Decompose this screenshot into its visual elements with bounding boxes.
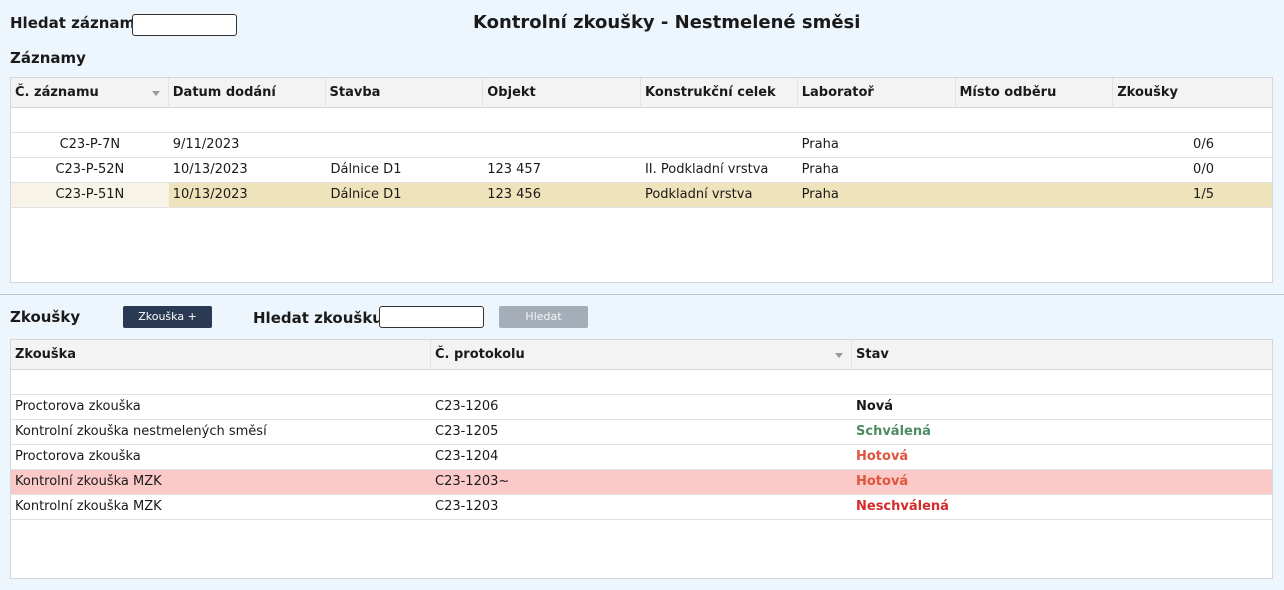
records-grid: Č. záznamu Datum dodání Stavba Objekt Ko… xyxy=(10,77,1273,283)
delivery-date-cell: 10/13/2023 xyxy=(172,162,248,177)
protocol-number-cell: C23-1206 xyxy=(435,399,499,414)
records-filter-row[interactable] xyxy=(11,108,1272,133)
tests-count-cell: 0/0 xyxy=(1193,162,1214,177)
search-record-input[interactable] xyxy=(132,14,237,36)
protocol-number-cell: C23-1204 xyxy=(435,449,499,464)
status-cell: Nová xyxy=(856,399,894,414)
column-header-protocol-number[interactable]: Č. protokolu xyxy=(431,340,852,370)
protocol-number-cell: C23-1205 xyxy=(435,424,499,439)
record-number-cell: C23-P-52N xyxy=(55,162,125,177)
test-name-cell: Kontrolní zkouška MZK xyxy=(15,499,162,514)
search-record-label: Hledat záznam xyxy=(10,14,136,32)
protocol-number-cell: C23-1203~ xyxy=(435,474,510,489)
structural-unit-cell xyxy=(641,133,798,157)
test-name-cell: Proctorova zkouška xyxy=(15,449,141,464)
test-name-cell: Proctorova zkouška xyxy=(15,399,141,414)
column-header-sampling-place[interactable]: Místo odběru xyxy=(956,78,1114,108)
tests-filter-row[interactable] xyxy=(11,370,1272,395)
add-test-button[interactable]: Zkouška + xyxy=(123,306,212,328)
structural-unit-cell: Podkladní vrstva xyxy=(644,187,753,202)
structural-unit-cell: II. Podkladní vrstva xyxy=(644,162,769,177)
tests-grid-header: Zkouška Č. protokolu Stav xyxy=(11,340,1272,370)
tests-count-cell: 1/5 xyxy=(1193,187,1214,202)
search-test-label: Hledat zkoušku xyxy=(253,309,383,327)
search-button[interactable]: Hledat xyxy=(499,306,588,328)
laboratory-cell: Praha xyxy=(801,137,839,152)
laboratory-cell: Praha xyxy=(801,162,839,177)
page-title: Kontrolní zkoušky - Nestmelené směsi xyxy=(473,12,861,33)
sampling-place-cell xyxy=(955,183,1113,207)
column-header-label: Č. protokolu xyxy=(435,347,525,362)
tests-grid: Zkouška Č. protokolu Stav Proctorova zko… xyxy=(10,339,1273,579)
column-header-tests[interactable]: Zkoušky xyxy=(1113,78,1272,108)
sort-arrow-icon[interactable] xyxy=(151,91,160,96)
table-row-highlighted[interactable]: Kontrolní zkouška MZK C23-1203~ Hotová xyxy=(11,470,1272,495)
column-header-structural-unit[interactable]: Konstrukční celek xyxy=(641,78,798,108)
record-number-cell: C23-P-7N xyxy=(59,137,121,152)
column-header-construction[interactable]: Stavba xyxy=(326,78,484,108)
protocol-number-cell: C23-1203 xyxy=(435,499,499,514)
status-cell: Neschválená xyxy=(856,499,949,514)
table-row[interactable]: C23-P-7N 9/11/2023 Praha 0/6 xyxy=(11,133,1272,158)
laboratory-cell: Praha xyxy=(801,187,839,202)
delivery-date-cell: 10/13/2023 xyxy=(172,187,248,202)
column-header-status[interactable]: Stav xyxy=(852,340,1272,370)
test-name-cell: Kontrolní zkouška MZK xyxy=(15,474,162,489)
column-header-test[interactable]: Zkouška xyxy=(11,340,431,370)
object-cell xyxy=(483,133,641,157)
object-cell: 123 457 xyxy=(487,162,541,177)
column-header-delivery-date[interactable]: Datum dodání xyxy=(169,78,326,108)
tests-count-cell: 0/6 xyxy=(1193,137,1214,152)
object-cell: 123 456 xyxy=(487,187,541,202)
column-header-object[interactable]: Objekt xyxy=(483,78,641,108)
table-row[interactable]: Proctorova zkouška C23-1206 Nová xyxy=(11,395,1272,420)
status-cell: Hotová xyxy=(856,449,909,464)
table-row[interactable]: C23-P-52N 10/13/2023 Dálnice D1 123 457 … xyxy=(11,158,1272,183)
tests-heading: Zkoušky xyxy=(10,308,81,326)
construction-cell xyxy=(325,133,483,157)
column-header-record-number[interactable]: Č. záznamu xyxy=(11,78,169,108)
table-row[interactable]: Proctorova zkouška C23-1204 Hotová xyxy=(11,445,1272,470)
table-row[interactable]: Kontrolní zkouška MZK C23-1203 Neschvále… xyxy=(11,495,1272,520)
status-cell: Schválená xyxy=(856,424,931,439)
sort-arrow-icon[interactable] xyxy=(835,353,843,358)
record-number-cell: C23-P-51N xyxy=(11,183,169,207)
section-divider xyxy=(0,294,1284,295)
records-heading: Záznamy xyxy=(10,49,86,67)
search-test-input[interactable] xyxy=(379,306,484,328)
table-row[interactable]: Kontrolní zkouška nestmelených směsí C23… xyxy=(11,420,1272,445)
construction-cell: Dálnice D1 xyxy=(330,162,402,177)
column-header-laboratory[interactable]: Laboratoř xyxy=(798,78,956,108)
records-grid-header: Č. záznamu Datum dodání Stavba Objekt Ko… xyxy=(11,78,1272,108)
column-header-label: Č. záznamu xyxy=(15,85,99,100)
table-row-selected[interactable]: C23-P-51N 10/13/2023 Dálnice D1 123 456 … xyxy=(11,183,1272,208)
status-cell: Hotová xyxy=(856,474,909,489)
sampling-place-cell xyxy=(955,158,1113,182)
sampling-place-cell xyxy=(955,133,1113,157)
delivery-date-cell: 9/11/2023 xyxy=(172,137,240,152)
construction-cell: Dálnice D1 xyxy=(330,187,402,202)
test-name-cell: Kontrolní zkouška nestmelených směsí xyxy=(15,424,267,439)
